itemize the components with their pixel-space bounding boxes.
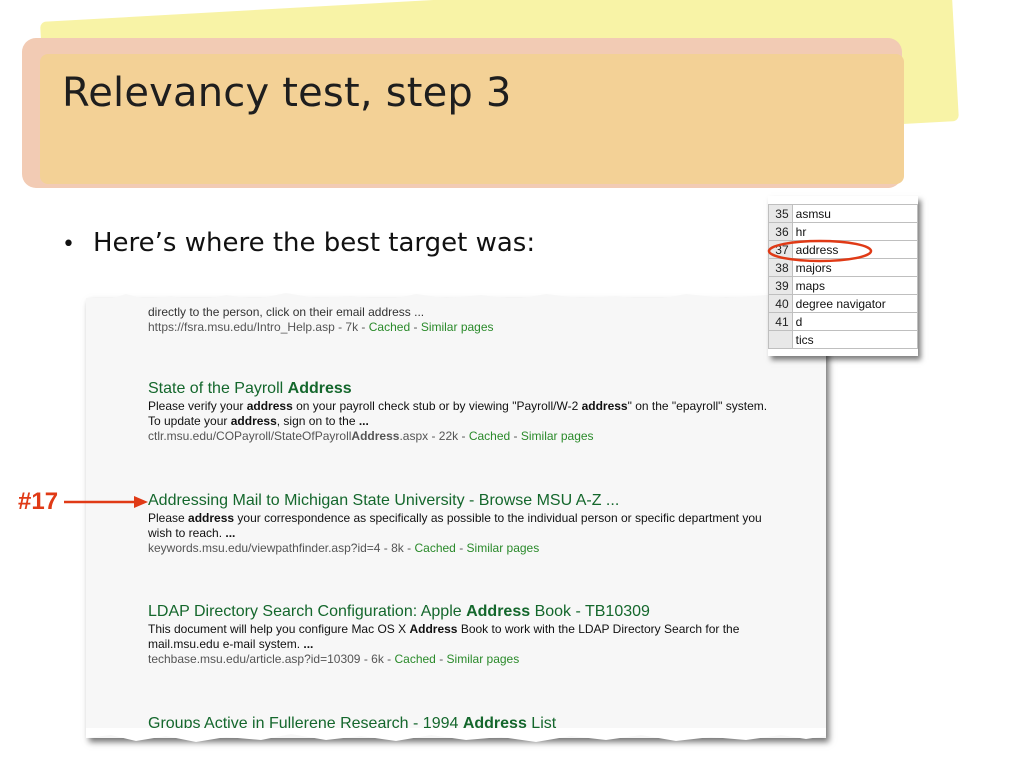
spreadsheet-snippet: 35 asmsu 36 hr 37 address 38 majors 39 maps 40 degr… [768,196,918,356]
cached-link[interactable]: Cached [369,320,410,334]
result-meta: keywords.msu.edu/viewpathfinder.asp?id=4… [148,541,768,556]
result-snippet: Please address your correspondence as sp… [148,511,768,541]
row-number: 35 [768,204,793,223]
result-snippet: directly to the person, click on their e… [148,305,425,319]
row-value[interactable]: d [791,312,918,331]
spreadsheet-row: tics [768,330,918,349]
snippet-keyword: address [188,511,235,525]
snippet-text: your correspondence as specifically as p… [148,511,762,540]
cached-link[interactable]: Cached [394,652,435,666]
separator: - [510,429,521,443]
result-title-link[interactable]: LDAP Directory Search Configuration: App… [148,603,768,621]
search-results-screenshot: directly to the person, click on their e… [86,293,826,742]
title-keyword: Address [466,603,531,620]
row-number: 40 [768,294,793,313]
highlight-circle [767,239,873,263]
title-text: State of the Payroll [148,380,288,397]
snippet-text: Please verify your [148,399,247,413]
bullet-item: • Here’s where the best target was: [62,228,535,262]
result-url[interactable]: https://fsra.msu.edu/Intro_Help.asp - 7k… [148,320,369,334]
result-snippet: This document will help you configure Ma… [148,622,768,652]
snippet-text: Please [148,511,189,525]
snippet-ellipsis: ... [225,526,236,540]
row-number [768,330,793,349]
row-value[interactable]: asmsu [791,204,918,223]
spreadsheet-row: 39 maps [768,276,918,295]
result-item-ldap: LDAP Directory Search Configuration: App… [148,603,768,667]
result-meta: https://fsra.msu.edu/Intro_Help.asp - 7k… [148,320,768,335]
result-url[interactable]: techbase.msu.edu/article.asp?id=10309 - … [148,652,394,666]
result-meta: techbase.msu.edu/article.asp?id=10309 - … [148,652,768,667]
bullet-text: Here’s where the best target was: [92,228,536,258]
snippet-text: , sign on to the [276,414,359,428]
snippet-ellipsis: ... [303,637,314,651]
title-keyword: Address [287,380,352,397]
snippet-keyword: Address [409,622,458,636]
spreadsheet-row: 41 d [768,312,918,331]
cached-link[interactable]: Cached [414,541,455,555]
spreadsheet-row: 40 degree navigator [768,294,918,313]
result-url-suffix: .aspx - 22k - [399,429,469,443]
row-value[interactable]: tics [791,330,918,349]
snippet-ellipsis: ... [358,414,369,428]
similar-pages-link[interactable]: Similar pages [447,652,520,666]
result-meta: ctlr.msu.edu/COPayroll/StateOfPayrollAdd… [148,429,768,444]
separator: - [435,652,447,666]
bullet-dot: • [62,232,75,257]
row-value[interactable]: maps [791,276,918,295]
spreadsheet-table: 35 asmsu 36 hr 37 address 38 majors 39 maps 40 degr… [768,204,918,349]
similar-pages-link[interactable]: Similar pages [421,320,494,334]
separator: - [410,320,421,334]
row-value[interactable]: degree navigator [791,294,918,313]
similar-pages-link[interactable]: Similar pages [521,429,594,443]
torn-edge-bottom [86,728,826,742]
arrow-right-icon [64,496,148,508]
snippet-text: on your payroll check stub or by viewing… [292,399,582,413]
cached-link[interactable]: Cached [469,429,510,443]
similar-pages-link[interactable]: Similar pages [467,541,540,555]
result-item-payroll: State of the Payroll Address Please veri… [148,380,768,444]
snippet-keyword: address [230,414,277,428]
rank-marker-label: #17 [18,488,59,515]
snippet-keyword: address [581,399,628,413]
result-fragment-top: directly to the person, click on their e… [148,304,768,335]
snippet-text: This document will help you configure Ma… [148,622,410,636]
row-number: 39 [768,276,793,295]
snippet-keyword: address [246,399,293,413]
result-title-link[interactable]: Addressing Mail to Michigan State Univer… [148,492,768,510]
result-url-keyword: Address [351,429,400,443]
result-url[interactable]: ctlr.msu.edu/COPayroll/StateOfPayroll [148,429,351,443]
slide-title: Relevancy test, step 3 [62,70,512,116]
result-item-addressing-mail: Addressing Mail to Michigan State Univer… [148,492,768,556]
result-url[interactable]: keywords.msu.edu/viewpathfinder.asp?id=4… [148,541,414,555]
title-text: Book - TB10309 [530,603,650,620]
separator: - [455,541,467,555]
result-snippet: Please verify your address on your payro… [148,399,768,429]
result-title-link[interactable]: State of the Payroll Address [148,380,768,398]
row-number: 41 [768,312,793,331]
spreadsheet-row: 35 asmsu [768,204,918,223]
title-text: LDAP Directory Search Configuration: App… [148,603,467,620]
